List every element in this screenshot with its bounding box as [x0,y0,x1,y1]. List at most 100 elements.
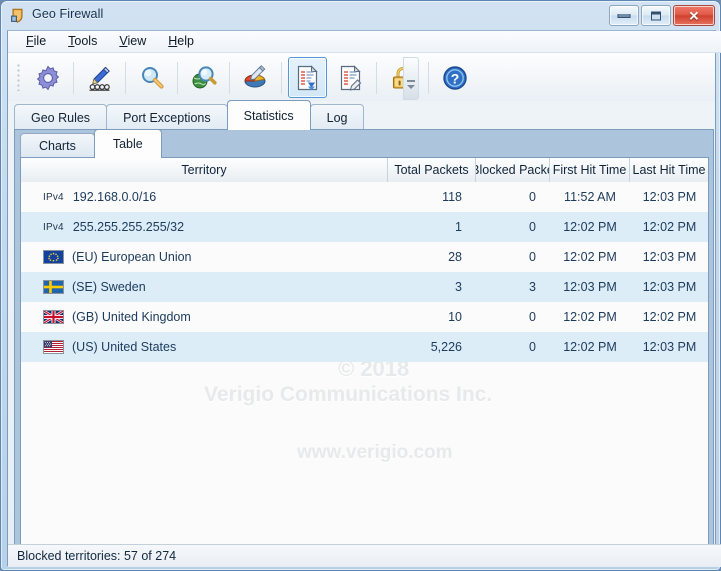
cell-blocked-packets: 0 [529,250,536,264]
territory-label: (SE) Sweden [72,280,146,294]
tab-charts-label: Charts [39,139,76,153]
cell-first-hit-time: 12:03 PM [563,280,617,294]
svg-text:?: ? [450,70,459,86]
cell-territory: IPv4 192.168.0.0/16 [21,190,388,204]
cell-blocked-packets: 0 [529,190,536,204]
search-button[interactable] [132,57,171,98]
cell-blocked-packets: 0 [529,340,536,354]
toolbar-overflow-chevron-icon [407,85,415,89]
cell-total-packets: 10 [448,310,462,324]
watermark-line-3: www.verigio.com [297,442,453,463]
cell-first-hit-time: 12:02 PM [563,250,617,264]
cell-territory: (SE) Sweden [21,280,388,294]
toolbar-separator [177,61,178,94]
menu-file-rest: ile [33,34,47,48]
table-row[interactable]: IPv4 192.168.0.0/16 118 0 11:52 AM 12:03… [21,182,708,212]
statistics-button[interactable] [288,57,327,98]
table-row[interactable]: IPv4 255.255.255.255/32 1 0 12:02 PM 12:… [21,212,708,242]
column-header-blocked-packets[interactable]: Blocked Packe [476,158,550,182]
menu-item-file[interactable]: File [15,32,57,51]
territory-label: 255.255.255.255/32 [72,220,185,234]
status-bar: Blocked territories: 57 of 274 [8,544,721,567]
log-button[interactable] [331,57,370,98]
menu-item-tools[interactable]: Tools [57,32,108,51]
edit-rules-pencil-icon [89,66,110,91]
menu-view-rest: iew [127,34,147,48]
maximize-button[interactable] [641,5,671,26]
cell-total-packets: 5,226 [430,340,462,354]
geo-lookup-button[interactable] [184,57,223,98]
cell-blocked-packets: 3 [529,280,536,294]
cell-last-hit-time: 12:03 PM [642,280,697,294]
tab-geo-rules[interactable]: Geo Rules [14,104,108,130]
shield-icon [11,8,23,23]
flag-gb-icon [43,310,64,324]
table-sub-panel: © 2018 Verigio Communications Inc. www.v… [20,157,709,559]
cell-last-hit-time: 12:03 PM [642,250,697,264]
menu-item-help[interactable]: Help [157,32,205,51]
toolbar-overflow-button[interactable] [403,57,419,100]
column-header-last-hit-time[interactable]: Last Hit Time [630,158,708,182]
tab-geo-rules-label: Geo Rules [31,110,91,125]
search-magnifier-icon [141,66,164,89]
minimize-button[interactable] [609,5,639,26]
charts-button[interactable] [236,57,275,98]
territory-label: (EU) European Union [72,250,192,264]
main-tab-strip: Geo Rules Port Exceptions Statistics Log [14,100,365,130]
cell-blocked-packets: 0 [529,220,536,234]
toolbar: ? [8,53,715,102]
table-row[interactable]: (US) United States 5,226 0 12:02 PM 12:0… [21,332,708,362]
cell-last-hit-time: 12:03 PM [642,340,697,354]
statistics-report-icon [297,64,318,90]
menu-bar: File Tools View Help [8,31,721,53]
close-button[interactable]: ✕ [673,5,715,26]
help-question-icon: ? [442,65,467,90]
settings-gear-icon [36,65,59,90]
tab-log[interactable]: Log [309,104,365,130]
column-header-total-packets[interactable]: Total Packets [388,158,476,182]
tab-port-exceptions-label: Port Exceptions [123,110,211,125]
table-row[interactable]: (GB) United Kingdom 10 0 12:02 PM 12:02 … [21,302,708,332]
table-row[interactable]: (SE) Sweden 3 3 12:03 PM 12:03 PM [21,272,708,302]
tab-port-exceptions[interactable]: Port Exceptions [106,104,228,130]
toolbar-separator [428,61,429,94]
geo-lookup-globe-icon [192,65,217,88]
toolbar-separator [229,61,230,94]
cell-first-hit-time: 12:02 PM [563,220,617,234]
flag-eu-icon [43,250,64,264]
cell-territory: (GB) United Kingdom [21,310,388,324]
cell-territory: (EU) European Union [21,250,388,264]
column-header-first-hit-time[interactable]: First Hit Time [550,158,630,182]
cell-total-packets: 1 [455,220,462,234]
column-header-territory[interactable]: Territory [21,158,388,182]
table-header-row: Territory Total Packets Blocked Packe Fi… [21,158,708,183]
app-window: Geo Firewall ✕ File Tools View Help ? Ge… [0,0,721,571]
edit-rules-button[interactable] [80,57,119,98]
client-area: File Tools View Help ? Geo Rules Port Ex… [7,30,721,567]
cell-first-hit-time: 12:02 PM [563,340,617,354]
window-title: Geo Firewall [32,7,104,21]
tab-table-label: Table [112,137,143,151]
settings-gear-button[interactable] [28,57,67,98]
territory-label: (GB) United Kingdom [72,310,191,324]
cell-territory: IPv4 255.255.255.255/32 [21,220,388,234]
tab-charts[interactable]: Charts [20,133,95,158]
window-controls: ✕ [609,5,715,26]
close-icon: ✕ [688,8,700,23]
tab-table[interactable]: Table [93,129,162,158]
watermark-line-2: Verigio Communications Inc. [204,383,493,406]
ipv4-tag: IPv4 [43,221,64,233]
help-button[interactable]: ? [435,57,474,98]
menu-tools-rest: ools [74,34,98,48]
statistics-panel: Charts Table © 2018 Verigio Communicatio… [14,129,714,564]
cell-last-hit-time: 12:02 PM [642,310,697,324]
table-row[interactable]: (EU) European Union 28 0 12:02 PM 12:03 … [21,242,708,272]
flag-se-icon [43,280,64,294]
tab-statistics[interactable]: Statistics [226,100,311,130]
menu-item-view[interactable]: View [108,32,157,51]
cell-total-packets: 118 [442,190,462,204]
toolbar-grip[interactable] [17,63,20,91]
flag-us-icon [43,340,64,354]
cell-total-packets: 3 [455,280,462,294]
menu-help-rest: elp [177,34,194,48]
